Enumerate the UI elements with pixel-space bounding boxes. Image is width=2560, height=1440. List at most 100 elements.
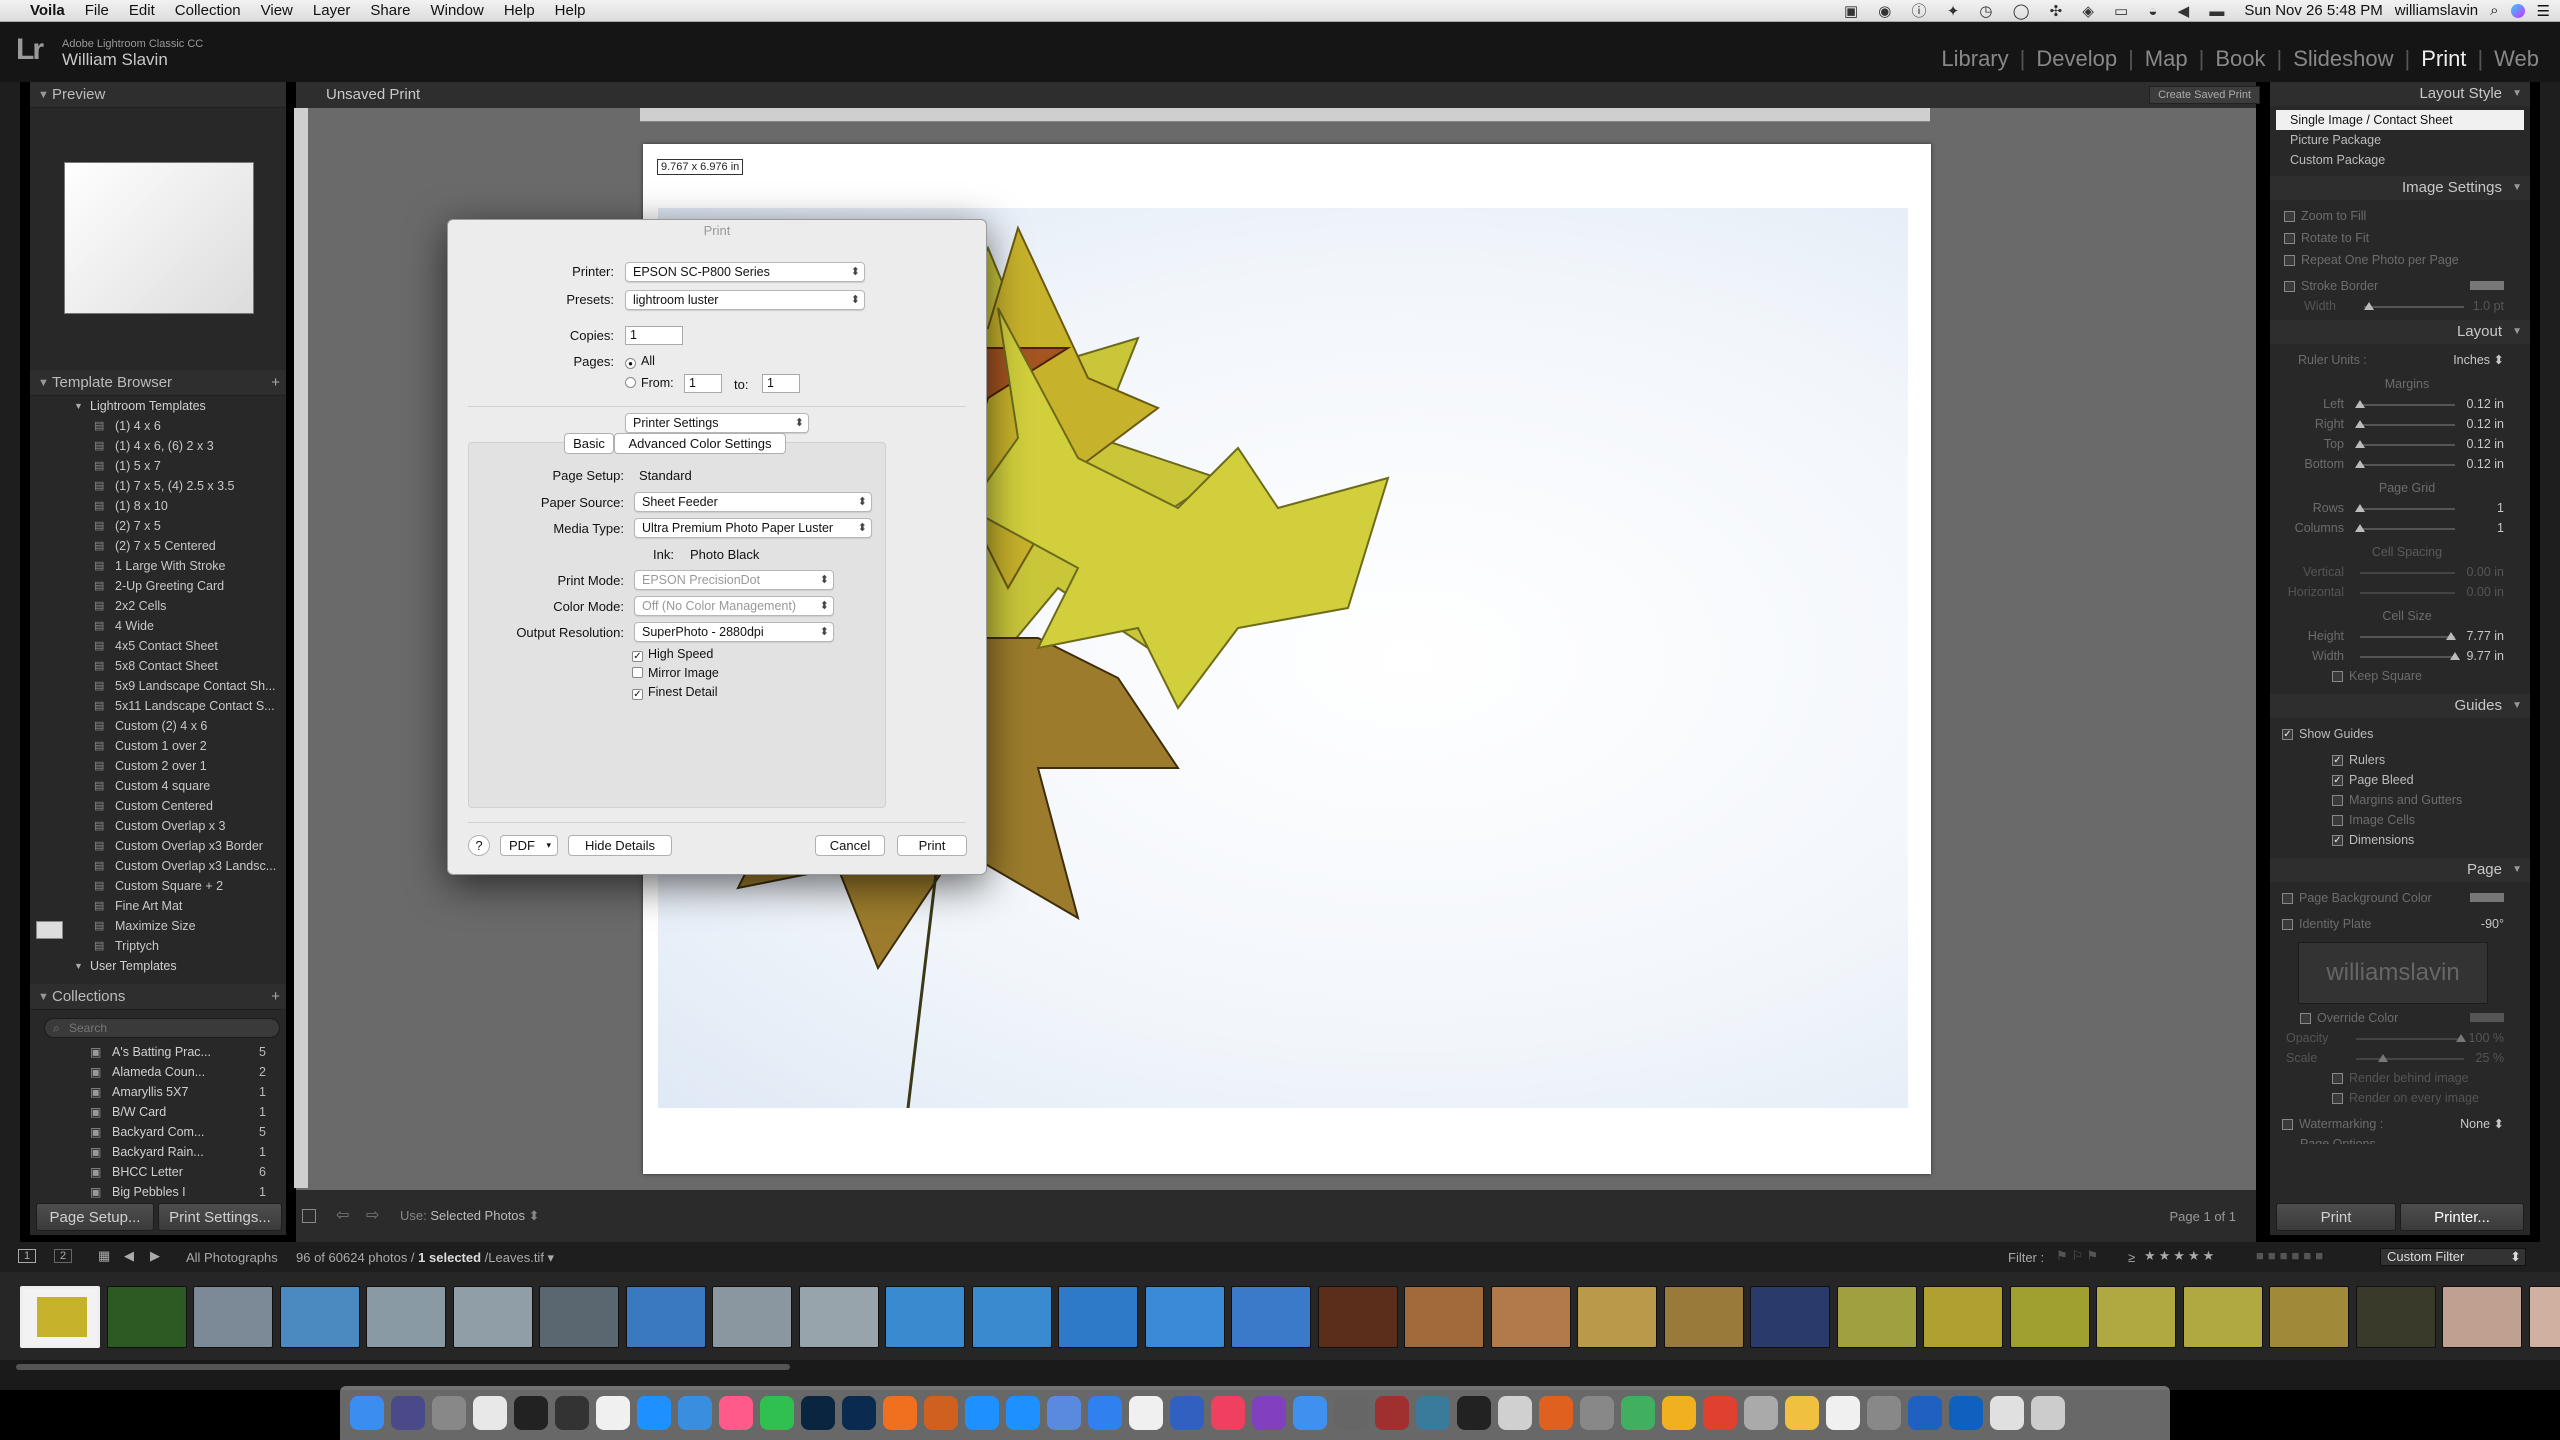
filmstrip-thumbnail[interactable]	[20, 1286, 100, 1348]
layout-header[interactable]: Layout	[2270, 320, 2530, 344]
filmstrip-thumbnail[interactable]	[2182, 1286, 2263, 1348]
page-bg-color-checkbox[interactable]: Page Background Color	[2282, 888, 2530, 908]
dock-app-icon[interactable]	[1252, 1396, 1286, 1430]
dock-app-icon[interactable]	[391, 1396, 425, 1430]
dock-app-icon[interactable]	[842, 1396, 876, 1430]
collection-item[interactable]: B/W Card 1	[30, 1102, 286, 1122]
dock-app-icon[interactable]	[432, 1396, 466, 1430]
color-labels[interactable]: ■■■■■■	[2256, 1248, 2327, 1263]
rating-operator[interactable]: ≥	[2128, 1250, 2135, 1265]
dock-app-icon[interactable]	[1990, 1396, 2024, 1430]
cancel-button[interactable]: Cancel	[815, 835, 885, 856]
zoom-to-fill-checkbox[interactable]: Zoom to Fill	[2284, 206, 2530, 226]
horizontal-spacing-slider[interactable]: Horizontal 0.00 in	[2284, 582, 2530, 602]
left-edge-strip[interactable]	[0, 82, 20, 1242]
menu-help[interactable]: Help	[494, 0, 545, 22]
rows-slider[interactable]: Rows 1	[2284, 498, 2530, 518]
template-item[interactable]: (1) 5 x 7	[30, 456, 286, 476]
watermarking-checkbox[interactable]: Watermarking : None ⬍	[2282, 1114, 2530, 1134]
margin-top-slider[interactable]: Top 0.12 in	[2284, 434, 2530, 454]
opacity-slider[interactable]: Opacity 100 %	[2282, 1028, 2530, 1048]
module-print[interactable]: Print	[2410, 46, 2477, 72]
filmstrip-thumbnail[interactable]	[1750, 1286, 1830, 1348]
presets-select[interactable]: lightroom luster	[625, 290, 865, 310]
menu-help-2[interactable]: Help	[545, 0, 596, 22]
filmstrip-thumbnail[interactable]	[2096, 1286, 2176, 1348]
template-item[interactable]: Custom Overlap x3 Landsc...	[30, 856, 286, 876]
filmstrip-thumbnail[interactable]	[1231, 1286, 1311, 1348]
ruler-units[interactable]: Ruler Units : Inches ⬍	[2284, 350, 2530, 370]
pdf-menu-button[interactable]: PDF ▾	[500, 835, 558, 856]
printer-select[interactable]: EPSON SC-P800 Series	[625, 262, 865, 282]
notifications-icon[interactable]: ☰	[2537, 2, 2550, 20]
dock-app-icon[interactable]	[965, 1396, 999, 1430]
dock-app-icon[interactable]	[719, 1396, 753, 1430]
page-bleed-checkbox[interactable]: ✓ Page Bleed	[2282, 770, 2530, 790]
module-develop[interactable]: Develop	[2025, 46, 2128, 72]
margin-left-slider[interactable]: Left 0.12 in	[2284, 394, 2530, 414]
filmstrip-thumbnail[interactable]	[712, 1286, 792, 1348]
dock-app-icon[interactable]	[1662, 1396, 1696, 1430]
menu-share[interactable]: Share	[360, 0, 420, 22]
guides-header[interactable]: Guides	[2270, 694, 2530, 718]
template-item[interactable]: (1) 4 x 6	[30, 416, 286, 436]
dock-app-icon[interactable]	[1498, 1396, 1532, 1430]
image-cells-checkbox[interactable]: Image Cells	[2282, 810, 2530, 830]
filmstrip-thumbnail[interactable]	[885, 1286, 965, 1348]
dock-app-icon[interactable]	[1908, 1396, 1942, 1430]
filmstrip-thumbnail[interactable]	[1663, 1286, 1744, 1348]
menu-layer[interactable]: Layer	[303, 0, 361, 22]
scale-slider[interactable]: Scale 25 %	[2282, 1048, 2530, 1068]
use-selector[interactable]: Use: Selected Photos ⬍	[400, 1208, 540, 1224]
window-2-button[interactable]: 2	[54, 1249, 73, 1263]
pages-to-input[interactable]: 1	[762, 374, 800, 393]
dock-app-icon[interactable]	[1047, 1396, 1081, 1430]
template-item[interactable]: Maximize Size	[30, 916, 286, 936]
dock-app-icon[interactable]	[1170, 1396, 1204, 1430]
dock-app-icon[interactable]	[473, 1396, 507, 1430]
template-item[interactable]: Custom 1 over 2	[30, 736, 286, 756]
dock-app-icon[interactable]	[1211, 1396, 1245, 1430]
template-item[interactable]: Fine Art Mat	[30, 896, 286, 916]
template-item[interactable]: (1) 8 x 10	[30, 496, 286, 516]
dock-app-icon[interactable]	[1129, 1396, 1163, 1430]
dock-app-icon[interactable]	[514, 1396, 548, 1430]
media-type-select[interactable]: Ultra Premium Photo Paper Luster	[634, 518, 872, 538]
dock-app-icon[interactable]	[1744, 1396, 1778, 1430]
collection-item[interactable]: Amaryllis 5X7 1	[30, 1082, 286, 1102]
filmstrip-thumbnail[interactable]	[366, 1286, 446, 1348]
filmstrip-thumbnail[interactable]	[2009, 1286, 2090, 1348]
template-browser-header[interactable]: ▼ Template Browser +	[30, 370, 286, 396]
template-item[interactable]: 2x2 Cells	[30, 596, 286, 616]
layout-style-header[interactable]: Layout Style	[2270, 82, 2530, 106]
dock-app-icon[interactable]	[2031, 1396, 2065, 1430]
filmstrip-thumbnail[interactable]	[193, 1286, 273, 1348]
dock-app-icon[interactable]	[1088, 1396, 1122, 1430]
next-page-icon[interactable]: ⇨	[366, 1205, 379, 1225]
clock[interactable]: Sun Nov 26 5:48 PM	[2244, 2, 2382, 19]
rulers-checkbox[interactable]: ✓ Rulers	[2282, 750, 2530, 770]
dock-app-icon[interactable]	[350, 1396, 384, 1430]
dimensions-checkbox[interactable]: ✓ Dimensions	[2282, 830, 2530, 850]
collection-item[interactable]: Alameda Coun... 2	[30, 1062, 286, 1082]
render-behind-checkbox[interactable]: Render behind image	[2282, 1068, 2530, 1088]
print-dialog-button[interactable]: Print	[897, 835, 967, 856]
template-item[interactable]: (1) 7 x 5, (4) 2.5 x 3.5	[30, 476, 286, 496]
hide-details-button[interactable]: Hide Details	[568, 835, 672, 856]
dock-app-icon[interactable]	[1293, 1396, 1327, 1430]
copies-input[interactable]: 1	[625, 326, 683, 345]
menu-window[interactable]: Window	[420, 0, 493, 22]
rotate-to-fit-checkbox[interactable]: Rotate to Fit	[2284, 228, 2530, 248]
dock-app-icon[interactable]	[924, 1396, 958, 1430]
print-settings-button[interactable]: Print Settings...	[158, 1203, 282, 1231]
module-map[interactable]: Map	[2134, 46, 2199, 72]
template-item[interactable]: (2) 7 x 5 Centered	[30, 536, 286, 556]
right-edge-strip[interactable]	[2540, 82, 2560, 1242]
collection-search-input[interactable]: ⌕ Search	[44, 1018, 280, 1038]
cell-width-slider[interactable]: Width 9.77 in	[2284, 646, 2530, 666]
help-button[interactable]: ?	[468, 835, 490, 856]
margins-gutters-checkbox[interactable]: Margins and Gutters	[2282, 790, 2530, 810]
printer-button[interactable]: Printer...	[2400, 1203, 2524, 1231]
template-item[interactable]: Custom Overlap x 3	[30, 816, 286, 836]
color-mode-select[interactable]: Off (No Color Management)	[634, 596, 834, 616]
